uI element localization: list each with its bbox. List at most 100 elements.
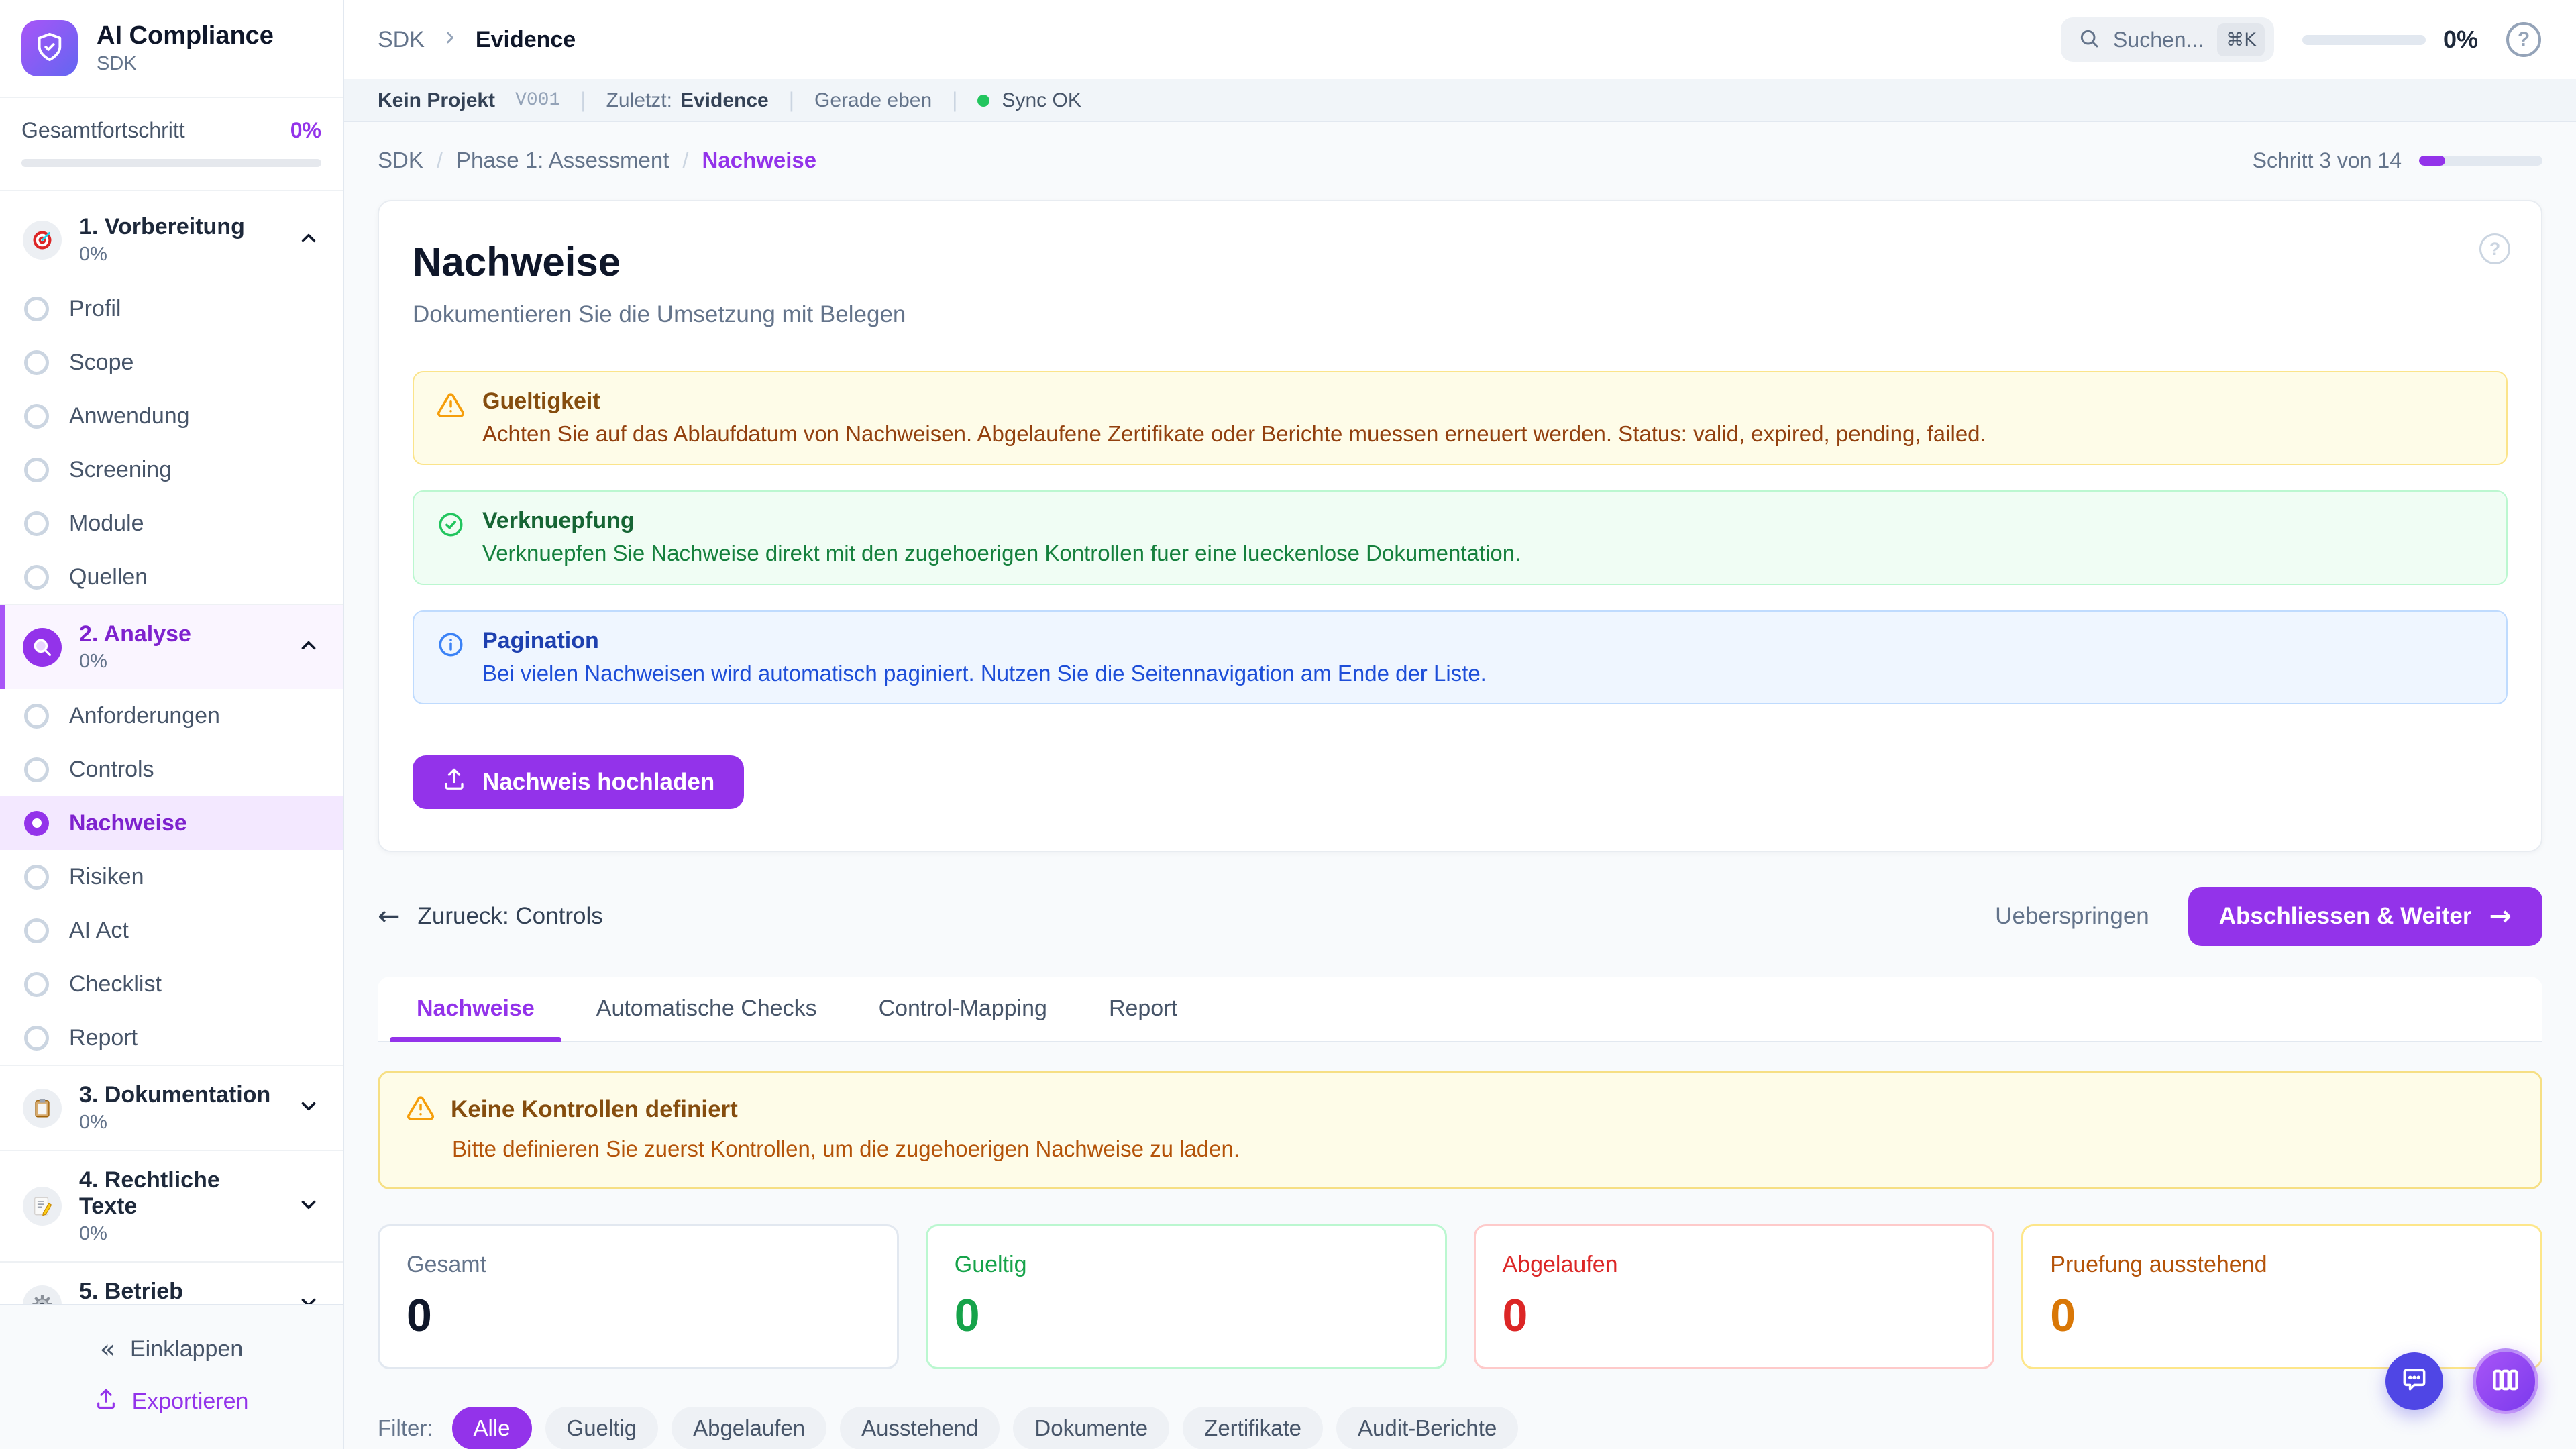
export-button[interactable]: Exportieren	[95, 1381, 249, 1422]
step-progress-bar	[2419, 156, 2542, 166]
stat-label: Abgelaufen	[1503, 1252, 1966, 1278]
sidebar-item-risiken[interactable]: Risiken	[0, 850, 343, 904]
last-label: Zuletzt:	[606, 89, 672, 112]
section-head-vorbereitung[interactable]: 1. Vorbereitung 0%	[0, 198, 343, 282]
chevron-right-icon	[441, 27, 460, 53]
filter-chip-zertifikate[interactable]: Zertifikate	[1183, 1407, 1323, 1449]
search-input[interactable]: Suchen... ⌘K	[2061, 17, 2274, 62]
sidebar-item-screening[interactable]: Screening	[0, 443, 343, 496]
section-head-betrieb[interactable]: 5. Betrieb 0%	[0, 1263, 343, 1304]
sidebar-item-checklist[interactable]: Checklist	[0, 957, 343, 1011]
tab-automatische-checks[interactable]: Automatische Checks	[566, 977, 848, 1041]
filter-chip-abgelaufen[interactable]: Abgelaufen	[672, 1407, 826, 1449]
warning-title: Keine Kontrollen definiert	[451, 1096, 738, 1123]
topbar-progress: 0%	[2302, 25, 2478, 54]
tab-nachweise[interactable]: Nachweise	[386, 977, 566, 1041]
collapse-label: Einklappen	[130, 1336, 243, 1362]
sidebar-section-rechtliche-texte: 4. Rechtliche Texte 0%	[0, 1151, 343, 1263]
evidence-stats: Gesamt 0 Gueltig 0 Abgelaufen 0 Pruefung…	[378, 1224, 2542, 1369]
collapse-sidebar-button[interactable]: « Einklappen	[100, 1328, 244, 1370]
page-subtitle: Dokumentieren Sie die Umsetzung mit Bele…	[413, 301, 2508, 328]
filter-chip-audit-berichte[interactable]: Audit-Berichte	[1336, 1407, 1518, 1449]
breadcrumb-root[interactable]: SDK	[378, 148, 423, 173]
sidebar-item-module[interactable]: Module	[0, 496, 343, 550]
app-root: AI Compliance SDK Gesamtfortschritt 0%	[0, 0, 2576, 1449]
radio-icon	[24, 972, 49, 997]
radio-icon	[24, 1026, 49, 1051]
complete-next-button[interactable]: Abschliessen & Weiter →	[2188, 887, 2542, 946]
back-link[interactable]: ← Zurueck: Controls	[378, 901, 603, 932]
alert-title: Gueltigkeit	[482, 388, 1986, 415]
back-link-label: Zurueck: Controls	[418, 903, 603, 930]
filter-chip-gueltig[interactable]: Gueltig	[545, 1407, 659, 1449]
breadcrumb-root[interactable]: SDK	[378, 27, 425, 53]
sidebar-item-profil[interactable]: Profil	[0, 282, 343, 335]
sidebar-item-anwendung[interactable]: Anwendung	[0, 389, 343, 443]
stat-label: Pruefung ausstehend	[2050, 1252, 2514, 1278]
alert-pagination: Pagination Bei vielen Nachweisen wird au…	[413, 610, 2508, 704]
radio-icon	[24, 511, 49, 536]
section-head-rechtliche-texte[interactable]: 4. Rechtliche Texte 0%	[0, 1151, 343, 1261]
stat-label: Gueltig	[955, 1252, 1418, 1278]
tab-control-mapping[interactable]: Control-Mapping	[848, 977, 1078, 1041]
radio-icon	[24, 918, 49, 943]
help-icon[interactable]: ?	[2506, 22, 2541, 57]
arrow-right-icon: →	[2489, 901, 2512, 932]
sidebar-footer: « Einklappen Exportieren	[0, 1304, 343, 1449]
section-items: Anforderungen Controls Nachweise Risiken…	[0, 689, 343, 1065]
divider: |	[952, 88, 957, 113]
overall-progress: Gesamtfortschritt 0%	[0, 98, 343, 191]
board-view-fab[interactable]	[2473, 1348, 2538, 1414]
wizard-nav-row: ← Zurueck: Controls Ueberspringen Abschl…	[378, 887, 2542, 946]
main-area: SDK Evidence Suchen... ⌘K 0%	[344, 0, 2576, 1449]
sidebar-item-ai-act[interactable]: AI Act	[0, 904, 343, 957]
shield-check-icon	[34, 32, 65, 66]
overall-progress-label: Gesamtfortschritt	[21, 118, 185, 143]
step-label: Schritt 3 von 14	[2253, 148, 2402, 173]
filter-chip-dokumente[interactable]: Dokumente	[1013, 1407, 1169, 1449]
section-head-dokumentation[interactable]: 3. Dokumentation 0%	[0, 1066, 343, 1150]
stat-value: 0	[1503, 1293, 1966, 1338]
sidebar-item-report[interactable]: Report	[0, 1011, 343, 1065]
columns-icon	[2490, 1364, 2521, 1399]
sidebar-section-analyse: 2. Analyse 0% Anforderungen Controls Nac…	[0, 605, 343, 1066]
overall-progress-bar	[21, 159, 321, 167]
magnifier-icon	[23, 628, 62, 667]
chat-fab[interactable]	[2385, 1352, 2443, 1410]
section-head-analyse[interactable]: 2. Analyse 0%	[0, 605, 343, 689]
clipboard-icon	[23, 1089, 62, 1128]
topbar-progress-value: 0%	[2443, 25, 2478, 54]
warning-triangle-icon	[437, 388, 466, 447]
radio-icon	[24, 757, 49, 782]
radio-icon	[24, 404, 49, 429]
sidebar-item-nachweise[interactable]: Nachweise	[0, 796, 343, 850]
filter-chip-alle[interactable]: Alle	[452, 1407, 532, 1449]
search-placeholder: Suchen...	[2113, 28, 2204, 52]
filter-chip-ausstehend[interactable]: Ausstehend	[840, 1407, 1000, 1449]
radio-icon	[24, 565, 49, 590]
breadcrumb-current: Nachweise	[702, 148, 817, 173]
tab-report[interactable]: Report	[1078, 977, 1208, 1041]
upload-evidence-button[interactable]: Nachweis hochladen	[413, 755, 744, 809]
card-help-icon[interactable]: ?	[2479, 233, 2510, 264]
sidebar-item-anforderungen[interactable]: Anforderungen	[0, 689, 343, 743]
chevron-up-icon	[297, 634, 320, 660]
sidebar-item-scope[interactable]: Scope	[0, 335, 343, 389]
alert-title: Pagination	[482, 628, 1487, 654]
sidebar-item-quellen[interactable]: Quellen	[0, 550, 343, 604]
app-title: AI Compliance	[97, 21, 274, 51]
breadcrumb: SDK Evidence	[378, 27, 576, 53]
tab-bar: Nachweise Automatische Checks Control-Ma…	[378, 977, 2542, 1042]
chevron-down-icon	[297, 1291, 320, 1304]
alert-body: Bei vielen Nachweisen wird automatisch p…	[482, 659, 1487, 687]
sync-status-label: Sync OK	[1002, 89, 1081, 112]
stat-value: 0	[407, 1293, 870, 1338]
breadcrumb-phase[interactable]: Phase 1: Assessment	[456, 148, 669, 173]
radio-icon	[24, 704, 49, 729]
section-percent: 0%	[79, 1112, 280, 1134]
floating-buttons	[2385, 1348, 2538, 1414]
alert-title: Verknuepfung	[482, 508, 1521, 534]
sidebar-item-controls[interactable]: Controls	[0, 743, 343, 796]
export-label: Exportieren	[132, 1389, 249, 1415]
skip-button[interactable]: Ueberspringen	[1995, 903, 2149, 930]
